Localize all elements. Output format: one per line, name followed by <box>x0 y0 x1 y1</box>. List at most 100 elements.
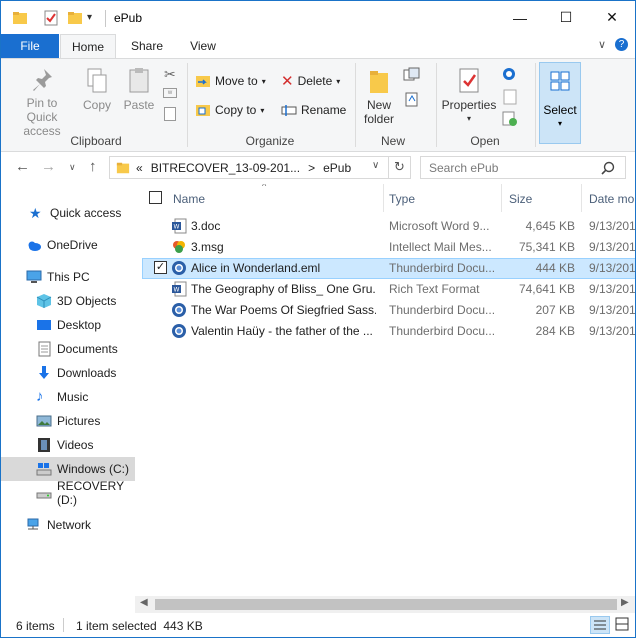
drive-icon <box>36 463 52 476</box>
new-folder-icon[interactable] <box>67 10 83 26</box>
recent-locations-icon[interactable]: ∨ <box>69 162 76 173</box>
nav-recovery-d[interactable]: RECOVERY (D:) <box>1 479 135 507</box>
folder-icon[interactable] <box>12 10 28 26</box>
file-type: Intellect Mail Mes... <box>389 240 492 254</box>
ribbon: Pin to Quick access Copy Paste ✂ w Clipb… <box>1 58 635 152</box>
desktop-icon <box>37 320 51 330</box>
column-divider[interactable] <box>581 184 582 212</box>
select-all-checkbox[interactable] <box>149 191 162 204</box>
maximize-button[interactable]: ☐ <box>543 1 589 34</box>
file-name: Alice in Wonderland.eml <box>191 261 321 275</box>
minimize-button[interactable]: — <box>497 1 543 34</box>
tab-file[interactable]: File <box>1 34 59 58</box>
column-name[interactable]: Name <box>173 192 205 206</box>
column-divider[interactable] <box>383 184 384 212</box>
history-icon[interactable] <box>501 111 519 127</box>
file-row-selected[interactable]: ✓ Alice in Wonderland.eml Thunderbird Do… <box>142 258 635 279</box>
file-row[interactable]: 3.msg Intellect Mail Mes... 75,341 KB 9/… <box>142 237 635 258</box>
refresh-icon[interactable]: ↻ <box>394 159 405 175</box>
move-to-button[interactable]: Move to ▾ <box>195 71 266 91</box>
address-overflow-icon[interactable]: « <box>136 161 143 175</box>
tab-view[interactable]: View <box>175 34 231 58</box>
delete-button[interactable]: ✕ Delete ▾ <box>281 71 340 91</box>
paste-button[interactable]: Paste <box>119 67 159 112</box>
file-row[interactable]: Valentin Haüy - the father of the ... Th… <box>142 321 635 342</box>
nav-onedrive[interactable]: OneDrive <box>1 233 135 257</box>
organize-group-label: Organize <box>245 134 295 148</box>
move-to-label: Move to <box>215 74 258 88</box>
copy-to-icon <box>196 105 210 116</box>
download-icon <box>39 366 49 379</box>
back-arrow-icon[interactable]: ← <box>15 158 30 175</box>
column-divider[interactable] <box>501 184 502 212</box>
cut-icon[interactable]: ✂ <box>164 66 176 83</box>
details-view-button[interactable] <box>590 616 610 634</box>
rename-button[interactable]: Rename <box>281 100 346 120</box>
address-bar[interactable]: « BITRECOVER_13-09-201... > ePub ∨ ↻ <box>109 156 411 179</box>
breadcrumb-chevron-icon[interactable]: > <box>308 161 315 175</box>
nav-documents[interactable]: Documents <box>1 337 135 361</box>
scroll-left-icon[interactable]: ◀ <box>140 597 148 608</box>
new-item-icon[interactable] <box>403 67 421 83</box>
row-checkbox-checked[interactable]: ✓ <box>154 261 167 274</box>
copy-button[interactable]: Copy <box>79 67 115 112</box>
open-with-icon[interactable] <box>501 66 519 82</box>
large-icons-view-button[interactable] <box>613 616 633 634</box>
new-folder-button[interactable]: New folder <box>359 67 399 126</box>
breadcrumb-parent[interactable]: BITRECOVER_13-09-201... <box>151 161 300 175</box>
horizontal-scrollbar[interactable]: ◀ ▶ <box>135 596 635 613</box>
rename-icon <box>281 105 297 116</box>
file-type: Thunderbird Docu... <box>389 303 496 317</box>
nav-desktop[interactable]: Desktop <box>1 313 135 337</box>
dropdown-arrow-icon: ▾ <box>260 105 265 115</box>
nav-label: Pictures <box>57 414 101 428</box>
nav-network[interactable]: Network <box>1 513 135 537</box>
paste-icon <box>129 68 149 93</box>
column-type[interactable]: Type <box>389 192 415 206</box>
forward-arrow-icon[interactable]: → <box>41 158 56 175</box>
up-arrow-icon[interactable]: ↑ <box>89 158 97 175</box>
pin-quick-access-button[interactable]: Pin to Quick access <box>7 67 77 138</box>
nav-music[interactable]: ♪ Music <box>1 385 135 409</box>
dropdown-arrow-icon: ▾ <box>261 76 266 86</box>
nav-label: Windows (C:) <box>57 462 130 476</box>
column-date-modified[interactable]: Date mo <box>589 192 634 206</box>
nav-pictures[interactable]: Pictures <box>1 409 135 433</box>
copy-to-button[interactable]: Copy to ▾ <box>195 100 264 120</box>
address-dropdown-icon[interactable]: ∨ <box>372 160 379 171</box>
file-date: 9/13/201 <box>589 261 635 275</box>
nav-downloads[interactable]: Downloads <box>1 361 135 385</box>
nav-3d-objects[interactable]: 3D Objects <box>1 289 135 313</box>
scroll-right-icon[interactable]: ▶ <box>621 597 629 608</box>
tab-home[interactable]: Home <box>60 34 116 59</box>
paste-shortcut-icon[interactable] <box>164 107 176 121</box>
select-button[interactable]: Select ▾ <box>539 62 581 144</box>
properties-button[interactable]: Properties ▾ <box>441 67 497 126</box>
status-bar: 6 items 1 item selected 443 KB <box>1 614 635 637</box>
tab-share[interactable]: Share <box>119 34 175 58</box>
qat-dropdown-icon[interactable]: ▾ <box>87 12 92 23</box>
new-folder-label: New folder <box>363 98 395 126</box>
close-button[interactable]: ✕ <box>589 1 635 34</box>
nav-videos[interactable]: Videos <box>1 433 135 457</box>
column-size[interactable]: Size <box>509 192 532 206</box>
copy-path-icon[interactable]: w <box>163 88 177 98</box>
nav-windows-c[interactable]: Windows (C:) <box>1 457 135 481</box>
thunderbird-icon <box>172 261 186 275</box>
edit-icon[interactable] <box>501 89 519 105</box>
breadcrumb-current[interactable]: ePub <box>323 161 351 175</box>
file-row[interactable]: W 3.doc Microsoft Word 9... 4,645 KB 9/1… <box>142 216 635 237</box>
file-row[interactable]: The War Poems Of Siegfried Sass... Thund… <box>142 300 635 321</box>
scroll-thumb[interactable] <box>155 599 617 610</box>
properties-check-icon[interactable] <box>43 10 59 26</box>
title-separator <box>105 10 106 27</box>
nav-quick-access[interactable]: ★ Quick access <box>1 201 135 225</box>
file-row[interactable]: W The Geography of Bliss_ One Gru... Ric… <box>142 279 635 300</box>
nav-this-pc[interactable]: This PC <box>1 265 135 289</box>
ribbon-separator <box>187 63 188 147</box>
collapse-ribbon-icon[interactable]: ∨ <box>598 38 606 51</box>
search-input[interactable]: Search ePub <box>420 156 626 179</box>
help-icon[interactable]: ? <box>615 38 628 51</box>
open-group-label: Open <box>470 134 500 148</box>
easy-access-icon[interactable] <box>403 91 421 107</box>
